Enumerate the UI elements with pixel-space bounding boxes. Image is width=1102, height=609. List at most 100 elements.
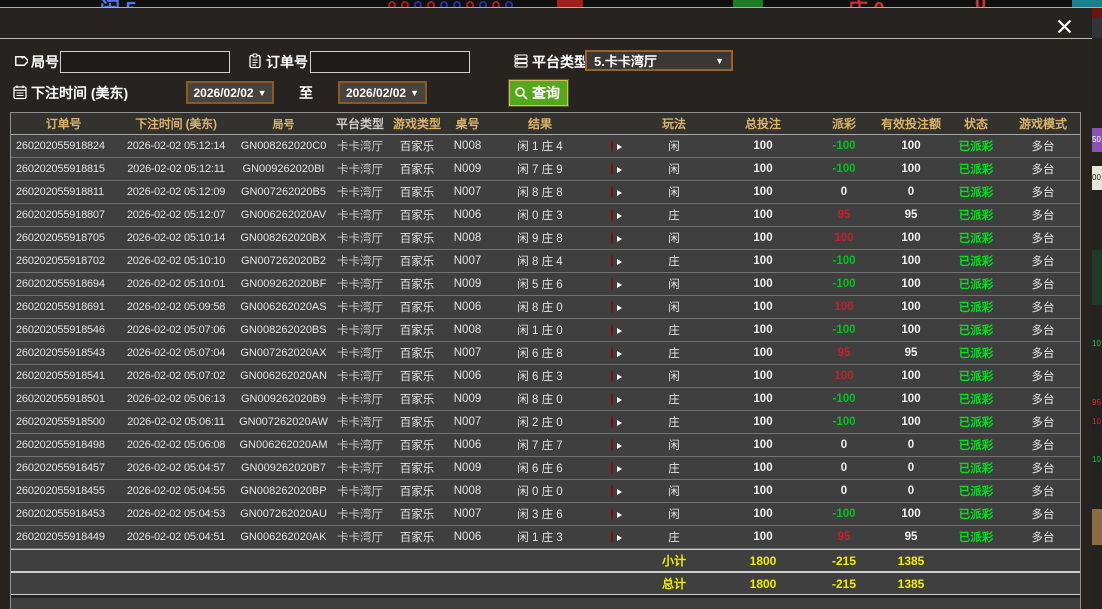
table-row: 2602020559184982026-02-02 05:06:08GN0062…: [11, 434, 1080, 457]
play-video-icon[interactable]: [611, 301, 613, 313]
cell-payout: -100: [812, 508, 876, 520]
cell-game_type: 百家乐: [389, 460, 445, 476]
play-video-icon[interactable]: [611, 163, 613, 175]
cell-game_type: 百家乐: [389, 138, 445, 154]
cell-platform: 卡卡湾厅: [331, 345, 389, 361]
play-video-icon[interactable]: [611, 186, 613, 198]
table-row: 2602020559184492026-02-02 05:04:51GN0062…: [11, 526, 1080, 549]
replay-cell: [590, 140, 634, 152]
subtotal-row-label: 小计: [634, 552, 714, 569]
cell-valid_bet: 100: [876, 232, 946, 244]
header-game-type: 游戏类型: [389, 115, 445, 132]
background-fragment: [1092, 8, 1102, 18]
table-row: 2602020559184572026-02-02 05:04:57GN0092…: [11, 457, 1080, 480]
cell-valid_bet: 95: [876, 347, 946, 359]
play-video-icon[interactable]: [611, 393, 613, 405]
cell-game: GN007262020AU: [236, 508, 331, 520]
cell-status: 已派彩: [946, 161, 1006, 177]
cell-valid_bet: 0: [876, 462, 946, 474]
play-video-icon[interactable]: [611, 531, 613, 543]
cell-total_bet: 100: [714, 232, 812, 244]
replay-cell: [590, 370, 634, 382]
bet-time-label: 下注时间 (美东): [31, 83, 128, 103]
replay-cell: [590, 531, 634, 543]
game-no-input[interactable]: [60, 51, 230, 73]
order-no-input[interactable]: [310, 51, 470, 73]
cell-play: 闲: [634, 161, 714, 177]
play-video-icon[interactable]: [611, 209, 613, 221]
background-fragment: [1092, 509, 1102, 545]
to-label: 至: [299, 83, 313, 103]
cell-mode: 多台: [1006, 253, 1080, 269]
cell-time: 2026-02-02 05:06:11: [116, 416, 236, 428]
play-video-icon[interactable]: [611, 347, 613, 359]
table-row: 2602020559185012026-02-02 05:06:13GN0092…: [11, 388, 1080, 411]
cell-total_bet: 100: [714, 439, 812, 451]
play-video-icon[interactable]: [611, 370, 613, 382]
cell-table_no: N007: [445, 416, 490, 428]
cell-game: GN006262020AK: [236, 531, 331, 543]
play-video-icon[interactable]: [611, 232, 613, 244]
search-icon: [514, 86, 529, 101]
play-video-icon[interactable]: [611, 485, 613, 497]
cell-total_bet: 100: [714, 531, 812, 543]
play-video-icon[interactable]: [611, 255, 613, 267]
date-to-picker[interactable]: 2026/02/02 ▼: [338, 81, 427, 104]
search-button[interactable]: 查询: [509, 80, 568, 106]
background-fragment: 10: [1092, 452, 1102, 468]
cell-platform: 卡卡湾厅: [331, 138, 389, 154]
cell-status: 已派彩: [946, 391, 1006, 407]
cell-payout: 0: [812, 462, 876, 474]
cell-order: 260202055918807: [11, 209, 116, 221]
cell-mode: 多台: [1006, 299, 1080, 315]
play-video-icon[interactable]: [611, 462, 613, 474]
cell-table_no: N007: [445, 255, 490, 267]
cell-payout: -100: [812, 393, 876, 405]
cell-game: GN007262020AX: [236, 347, 331, 359]
cell-valid_bet: 0: [876, 186, 946, 198]
grand-total-row-label: 总计: [634, 575, 714, 592]
cell-play: 闲: [634, 483, 714, 499]
table-row: 2602020559188072026-02-02 05:12:07GN0062…: [11, 204, 1080, 227]
cell-table_no: N006: [445, 531, 490, 543]
cell-game_type: 百家乐: [389, 207, 445, 223]
bet-history-table: 订单号 下注时间 (美东) 局号 平台类型 游戏类型 桌号 结果 玩法 总投注 …: [10, 112, 1081, 609]
table-row: 2602020559186942026-02-02 05:10:01GN0092…: [11, 273, 1080, 296]
play-video-icon[interactable]: [611, 416, 613, 428]
cell-play: 闲: [634, 299, 714, 315]
play-video-icon[interactable]: [611, 278, 613, 290]
cell-valid_bet: 95: [876, 209, 946, 221]
header-play-type: 玩法: [634, 115, 714, 132]
cell-total_bet: 100: [714, 462, 812, 474]
replay-cell: [590, 278, 634, 290]
header-status: 状态: [946, 115, 1006, 132]
cell-payout: -100: [812, 416, 876, 428]
cell-mode: 多台: [1006, 368, 1080, 384]
play-video-icon[interactable]: [611, 508, 613, 520]
play-video-icon[interactable]: [611, 140, 613, 152]
date-from-picker[interactable]: 2026/02/02 ▼: [186, 81, 274, 104]
cell-result: 闲 0 庄 3: [490, 207, 590, 223]
cell-game: GN009262020BF: [236, 278, 331, 290]
cell-valid_bet: 0: [876, 439, 946, 451]
replay-cell: [590, 485, 634, 497]
search-button-label: 查询: [532, 83, 560, 103]
background-banker-text: 庄 0: [848, 0, 885, 8]
cell-result: 闲 8 庄 0: [490, 299, 590, 315]
cell-result: 闲 6 庄 8: [490, 345, 590, 361]
play-video-icon[interactable]: [611, 439, 613, 451]
cell-play: 庄: [634, 391, 714, 407]
table-row: 2602020559185412026-02-02 05:07:02GN0062…: [11, 365, 1080, 388]
close-icon[interactable]: [1052, 14, 1076, 38]
platform-select[interactable]: 5.卡卡湾厅 ▼: [585, 50, 733, 71]
cell-valid_bet: 100: [876, 278, 946, 290]
play-video-icon[interactable]: [611, 324, 613, 336]
cell-result: 闲 8 庄 0: [490, 391, 590, 407]
replay-cell: [590, 186, 634, 198]
cell-mode: 多台: [1006, 414, 1080, 430]
cell-total_bet: 100: [714, 301, 812, 313]
cell-play: 闲: [634, 437, 714, 453]
replay-cell: [590, 347, 634, 359]
cell-table_no: N008: [445, 140, 490, 152]
background-game-top-strip: 闲 5 庄 0 0: [0, 0, 1102, 8]
